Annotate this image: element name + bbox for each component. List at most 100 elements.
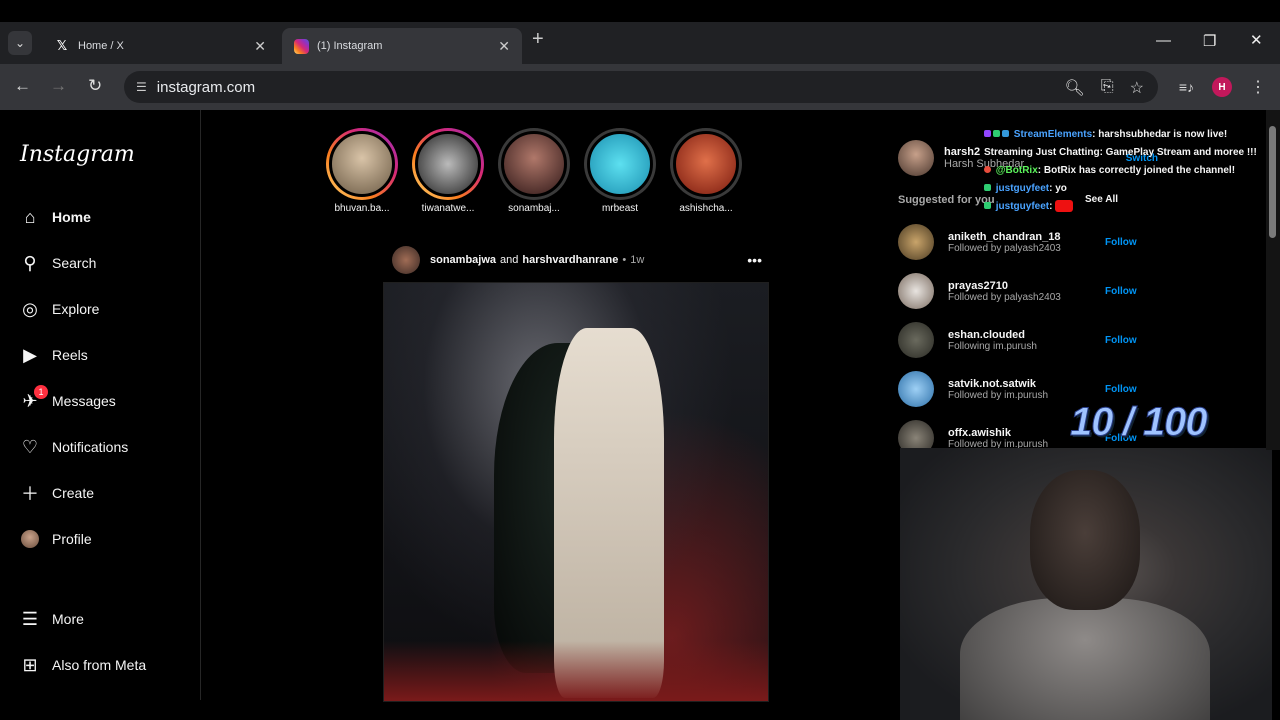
nav-search[interactable]: ⚲ Search	[20, 250, 96, 276]
chat-user: StreamElements	[1013, 129, 1093, 140]
story-item[interactable]: ashishcha...	[670, 128, 742, 214]
post-image[interactable]	[383, 282, 769, 702]
chat-text: : BotRix has correctly joined the channe…	[1037, 165, 1236, 176]
suggestion-username[interactable]: eshan.clouded	[948, 329, 1037, 341]
suggestion-row: aniketh_chandran_18 Followed by palyash24…	[898, 222, 1158, 262]
back-button[interactable]: ←	[14, 76, 31, 96]
nav-label: Also from Meta	[52, 657, 147, 673]
nav-reels[interactable]: ▶ Reels	[20, 342, 88, 368]
suggestion-row: prayas2710 Followed by palyash2403 Follow	[898, 271, 1158, 311]
nav-explore[interactable]: ◎ Explore	[20, 296, 99, 322]
nav-create[interactable]: ＋ Create	[20, 480, 94, 506]
suggestion-row: eshan.clouded Following im.purush Follow	[898, 320, 1158, 360]
page-scrollbar[interactable]	[1266, 110, 1280, 450]
post-dot: •	[622, 254, 627, 266]
nav-home[interactable]: ⌂ Home	[20, 204, 91, 230]
suggestion-username[interactable]: offx.awishik	[948, 427, 1048, 439]
nav-label: Profile	[52, 531, 92, 547]
tab-title: (1) Instagram	[317, 40, 383, 52]
story-name: mrbeast	[601, 203, 639, 214]
nav-label: More	[52, 611, 84, 627]
follow-button[interactable]: Follow	[1105, 384, 1137, 395]
webcam-person-body	[960, 598, 1210, 720]
avatar[interactable]	[392, 246, 420, 274]
avatar[interactable]	[898, 371, 934, 407]
tab-title: Home / X	[78, 40, 124, 52]
nav-notifications[interactable]: ♡ Notifications	[20, 434, 128, 460]
browser-tab-strip: ⌄ 𝕏 Home / X ✕ (1) Instagram ✕ + — ❐ ✕	[0, 22, 1280, 64]
suggestion-username[interactable]: aniketh_chandran_18	[948, 231, 1061, 243]
new-tab-button[interactable]: +	[532, 28, 544, 51]
forward-button[interactable]: →	[50, 76, 67, 96]
instagram-logo[interactable]: Instagram	[20, 142, 135, 167]
bookmark-star-icon[interactable]: ☆	[1130, 78, 1144, 98]
profile-avatar[interactable]: H	[1212, 77, 1232, 97]
nav-label: Explore	[52, 301, 100, 317]
install-app-icon[interactable]: ⎘	[1101, 78, 1114, 98]
x-logo-icon: 𝕏	[56, 38, 68, 54]
story-name: bhuvan.ba...	[334, 203, 390, 214]
story-item[interactable]: bhuvan.ba...	[326, 128, 398, 214]
story-item[interactable]: mrbeast	[584, 128, 656, 214]
story-item[interactable]: sonambaj...	[498, 128, 570, 214]
post-conjunction: and	[500, 254, 519, 266]
nav-label: Messages	[52, 393, 116, 409]
chat-message: StreamElements: harshsubhedar is now liv…	[984, 126, 1259, 162]
tab-search-button[interactable]: ⌄	[8, 31, 32, 55]
minimize-button[interactable]: —	[1156, 32, 1171, 49]
chat-message: @BotRix: BotRix has correctly joined the…	[984, 162, 1274, 180]
reload-button[interactable]: ↻	[88, 76, 102, 96]
nav-label: Reels	[52, 347, 88, 363]
browser-menu-icon[interactable]: ⋮	[1250, 77, 1266, 97]
nav-label: Home	[52, 209, 91, 225]
post-floor	[384, 641, 768, 701]
avatar[interactable]	[898, 273, 934, 309]
more-options-icon[interactable]: •••	[747, 252, 762, 268]
close-icon[interactable]: ✕	[254, 38, 266, 55]
tab-instagram[interactable]: (1) Instagram ✕	[282, 28, 522, 64]
suggestion-username[interactable]: prayas2710	[948, 280, 1061, 292]
suggestion-username[interactable]: satvik.not.satwik	[948, 378, 1048, 390]
goal-counter: 10 / 100	[1070, 400, 1209, 445]
nav-messages[interactable]: ✈ 1 Messages	[20, 385, 116, 414]
post-collaborator[interactable]: harshvardhanrane	[522, 254, 618, 266]
chat-message: justguyfeet: yo	[984, 180, 1274, 198]
reels-icon: ▶	[23, 344, 37, 365]
nav-more[interactable]: ☰ More	[20, 606, 84, 632]
url-text: instagram.com	[156, 78, 256, 96]
nav-profile[interactable]: Profile	[20, 526, 92, 552]
chat-message: justguyfeet:	[984, 198, 1274, 216]
notification-badge: 1	[34, 385, 48, 399]
story-ring	[326, 128, 398, 200]
nav-label: Notifications	[52, 439, 129, 455]
webcam-person-head	[1030, 470, 1140, 610]
instagram-icon	[294, 38, 309, 54]
close-icon[interactable]: ✕	[498, 38, 510, 55]
follow-button[interactable]: Follow	[1105, 286, 1137, 297]
site-info-icon[interactable]: ☰	[136, 80, 147, 94]
scrollbar-thumb[interactable]	[1269, 126, 1276, 238]
home-icon: ⌂	[24, 206, 36, 227]
window-close-button[interactable]: ✕	[1250, 31, 1263, 49]
suggestion-subtitle: Followed by palyash2403	[948, 291, 1061, 303]
follow-button[interactable]: Follow	[1105, 335, 1137, 346]
story-name: sonambaj...	[508, 203, 560, 214]
stream-chat-overlay: StreamElements: harshsubhedar is now liv…	[984, 126, 1274, 216]
zoom-icon[interactable]: 🔍︎	[1065, 78, 1085, 98]
nav-also-from-meta[interactable]: ⊞ Also from Meta	[20, 652, 146, 678]
search-icon: ⚲	[23, 252, 37, 273]
address-bar[interactable]: ☰ instagram.com 🔍︎ ⎘ ☆	[124, 71, 1158, 103]
media-controls-icon[interactable]: ≡♪	[1179, 79, 1194, 95]
post-username[interactable]: sonambajwa	[430, 254, 496, 266]
avatar[interactable]	[898, 322, 934, 358]
avatar[interactable]	[898, 224, 934, 260]
tab-home-x[interactable]: 𝕏 Home / X ✕	[42, 28, 278, 64]
follow-button[interactable]: Follow	[1105, 237, 1137, 248]
story-item[interactable]: tiwanatwe...	[412, 128, 484, 214]
avatar[interactable]	[898, 140, 934, 176]
chat-text: :	[1049, 201, 1053, 212]
restore-button[interactable]: ❐	[1203, 32, 1216, 50]
story-ring	[412, 128, 484, 200]
chat-user: justguyfeet	[995, 183, 1050, 194]
sub-badge-icon	[984, 184, 991, 191]
